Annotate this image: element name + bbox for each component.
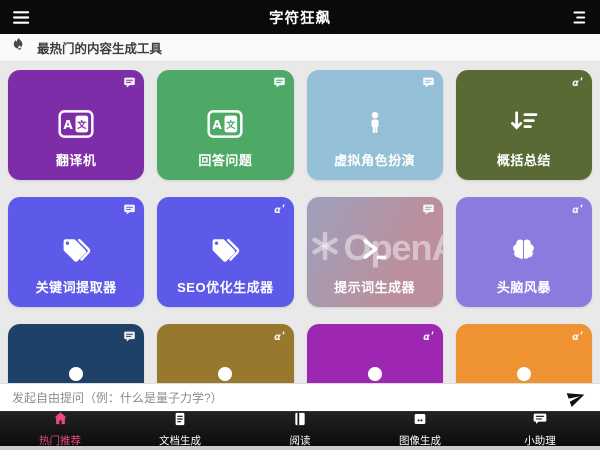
tool-label: SEO优化生成器 [157,277,293,296]
document-icon [172,411,188,432]
tool-label: 关键词提取器 [8,277,144,296]
translate-icon: A文 [157,110,293,138]
tool-card[interactable]: α [307,324,443,383]
svg-text:α: α [572,332,579,343]
alpha-badge-icon: α [422,330,435,343]
send-icon[interactable] [564,386,588,410]
terminal-icon [307,237,443,261]
tool-card[interactable] [8,324,144,383]
nav-item-3[interactable]: 图像生成 [360,412,480,446]
tool-card[interactable]: α [456,324,592,383]
tool-card[interactable]: α [157,324,293,383]
image-icon [412,411,428,432]
svg-text:A: A [63,118,73,132]
alpha-badge-icon: α [571,76,584,89]
top-bar: 字符狂飙 [0,0,600,34]
svg-text:α: α [572,205,579,216]
alpha-badge-icon: α [273,330,286,343]
partial-icon [307,364,443,383]
tool-label: 翻译机 [8,150,144,169]
translate-icon: A文 [8,110,144,138]
partial-icon [456,364,592,383]
tag-icon [157,237,293,264]
app-title: 字符狂飙 [0,7,600,28]
tool-label: 回答问题 [157,150,293,169]
brain-icon [456,237,592,262]
composer-bar [0,383,600,411]
partial-icon [8,364,144,383]
alpha-badge-icon: α [571,203,584,216]
tag-icon [8,237,144,264]
chat-bubble-icon [273,76,286,89]
svg-text:文: 文 [225,119,236,130]
tool-grid: A文 翻译机 A文 回答问题 虚拟角色扮演 α 概括总结 关键词提取器 α SE… [0,62,600,383]
tool-card[interactable]: α 概括总结 [456,70,592,180]
svg-text:文: 文 [76,119,87,130]
nav-item-2[interactable]: 阅读 [240,412,360,446]
sort-lines-icon[interactable] [567,7,589,27]
nav-item-0[interactable]: 热门推荐 [0,412,120,446]
tool-card[interactable]: 虚拟角色扮演 [307,70,443,180]
alpha-badge-icon: α [571,330,584,343]
menu-icon[interactable] [11,7,33,27]
tool-label: 虚拟角色扮演 [307,150,443,169]
tool-label: 头脑风暴 [456,277,592,296]
person-icon [307,110,443,136]
chat-bubble-icon [123,203,136,216]
home-indicator-strip [0,446,600,450]
nav-item-4[interactable]: 小助理 [480,412,600,446]
svg-text:α: α [274,332,281,343]
tool-label: 概括总结 [456,150,592,169]
home-icon [52,410,69,432]
section-header: 最热门的内容生成工具 [0,34,600,62]
book-icon [292,411,308,432]
partial-icon [157,364,293,383]
nav-item-1[interactable]: 文档生成 [120,412,240,446]
chat-bubble-icon [123,76,136,89]
tool-label: 提示词生成器 [307,277,443,296]
summarize-icon [456,110,592,134]
bottom-nav: 热门推荐 文档生成 阅读 图像生成 小助理 [0,411,600,446]
svg-text:A: A [213,118,223,132]
chat-bubble-icon [422,76,435,89]
tool-card[interactable]: OpenAI 提示词生成器 [307,197,443,307]
tool-card[interactable]: A文 回答问题 [157,70,293,180]
tool-card[interactable]: 关键词提取器 [8,197,144,307]
tool-card[interactable]: A文 翻译机 [8,70,144,180]
chat-bubble-icon [422,203,435,216]
tool-card[interactable]: α SEO优化生成器 [157,197,293,307]
svg-text:α: α [274,205,281,216]
svg-text:α: α [423,332,430,343]
flame-icon [12,37,26,58]
chat-bubble-icon [123,330,136,343]
section-title: 最热门的内容生成工具 [37,38,162,57]
question-input[interactable] [12,391,564,405]
tool-card[interactable]: α 头脑风暴 [456,197,592,307]
assistant-chat-icon [532,411,548,432]
svg-text:α: α [572,78,579,89]
alpha-badge-icon: α [273,203,286,216]
